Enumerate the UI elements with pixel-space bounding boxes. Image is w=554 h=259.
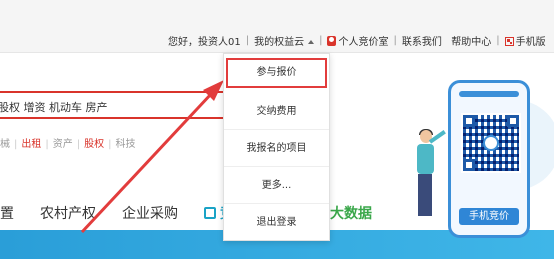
category-list: 械 | 出租 | 资产 | 股权 | 科技 xyxy=(0,135,136,150)
mobile-label: 手机版 xyxy=(515,36,546,48)
category-link[interactable]: 科技 xyxy=(116,139,136,150)
contact-link[interactable]: 联系我们 xyxy=(402,33,442,48)
main-navigation: 置 农村产权 企业采购 竞 xyxy=(0,203,260,223)
greeting-text: 您好，投资人01 xyxy=(168,36,241,48)
hammer-icon xyxy=(204,207,216,219)
mobile-bidding-button[interactable]: 手机竞价 xyxy=(459,208,519,225)
divider: | xyxy=(496,34,500,46)
body xyxy=(417,144,434,174)
nav-item-rural-property[interactable]: 农村产权 xyxy=(40,203,96,223)
menu-item-more[interactable]: 更多... xyxy=(224,168,329,204)
menu-item-submit-bid[interactable]: 参与报价 xyxy=(226,58,327,88)
divider: | xyxy=(108,139,112,150)
person-icon xyxy=(327,35,337,46)
menu-item-my-registered-projects[interactable]: 我报名的项目 xyxy=(224,131,329,167)
spacer: | xyxy=(445,35,448,46)
qr-logo-icon xyxy=(483,135,499,151)
divider: | xyxy=(319,34,323,46)
bidding-room-label: 个人竞价室 xyxy=(338,36,389,48)
category-link[interactable]: 股权 xyxy=(84,139,104,150)
qr-corner xyxy=(507,115,519,127)
bidding-room-link[interactable]: 个人竞价室 xyxy=(327,33,388,48)
caret-up-icon xyxy=(308,39,315,44)
qr-corner xyxy=(463,159,475,171)
divider: | xyxy=(14,139,18,150)
menu-item-logout[interactable]: 退出登录 xyxy=(224,205,329,241)
help-center-link[interactable]: 帮助中心 xyxy=(451,33,491,48)
top-bar: 您好，投资人01 | 我的权益云 | 个人竞价室 | 联系我们 | 帮助中心 |… xyxy=(0,0,554,53)
category-link[interactable]: 械 xyxy=(0,139,10,150)
qr-code-icon xyxy=(504,36,514,46)
my-rights-dropdown: 参与报价 交纳费用 我报名的项目 更多... 退出登录 xyxy=(223,53,330,241)
divider: | xyxy=(393,34,397,46)
mobile-link[interactable]: 手机版 xyxy=(504,33,546,48)
search-hint: 股权 增资 机动车 房产 xyxy=(0,101,108,114)
category-link[interactable]: 出租 xyxy=(21,139,41,150)
person-illustration xyxy=(410,129,446,225)
legs xyxy=(418,174,432,216)
qr-code-image xyxy=(461,113,521,173)
menu-item-pay-fees[interactable]: 交纳费用 xyxy=(224,94,329,130)
divider: | xyxy=(76,139,81,150)
top-navigation: 您好，投资人01 | 我的权益云 | 个人竞价室 | 联系我们 | 帮助中心 |… xyxy=(168,33,546,48)
nav-item-enterprise-procurement[interactable]: 企业采购 xyxy=(122,203,178,223)
category-link[interactable]: 资产 xyxy=(53,139,73,150)
nav-item-big-data[interactable]: 大数据 xyxy=(330,203,372,223)
my-rights-menu[interactable]: 我的权益云 xyxy=(254,33,315,48)
qr-corner xyxy=(463,115,475,127)
phone-speaker xyxy=(459,91,519,97)
phone-illustration: 手机竞价 xyxy=(448,80,530,238)
divider: | xyxy=(45,139,49,150)
divider: | xyxy=(245,34,250,46)
my-rights-label: 我的权益云 xyxy=(254,36,305,48)
nav-item[interactable]: 置 xyxy=(0,203,14,223)
